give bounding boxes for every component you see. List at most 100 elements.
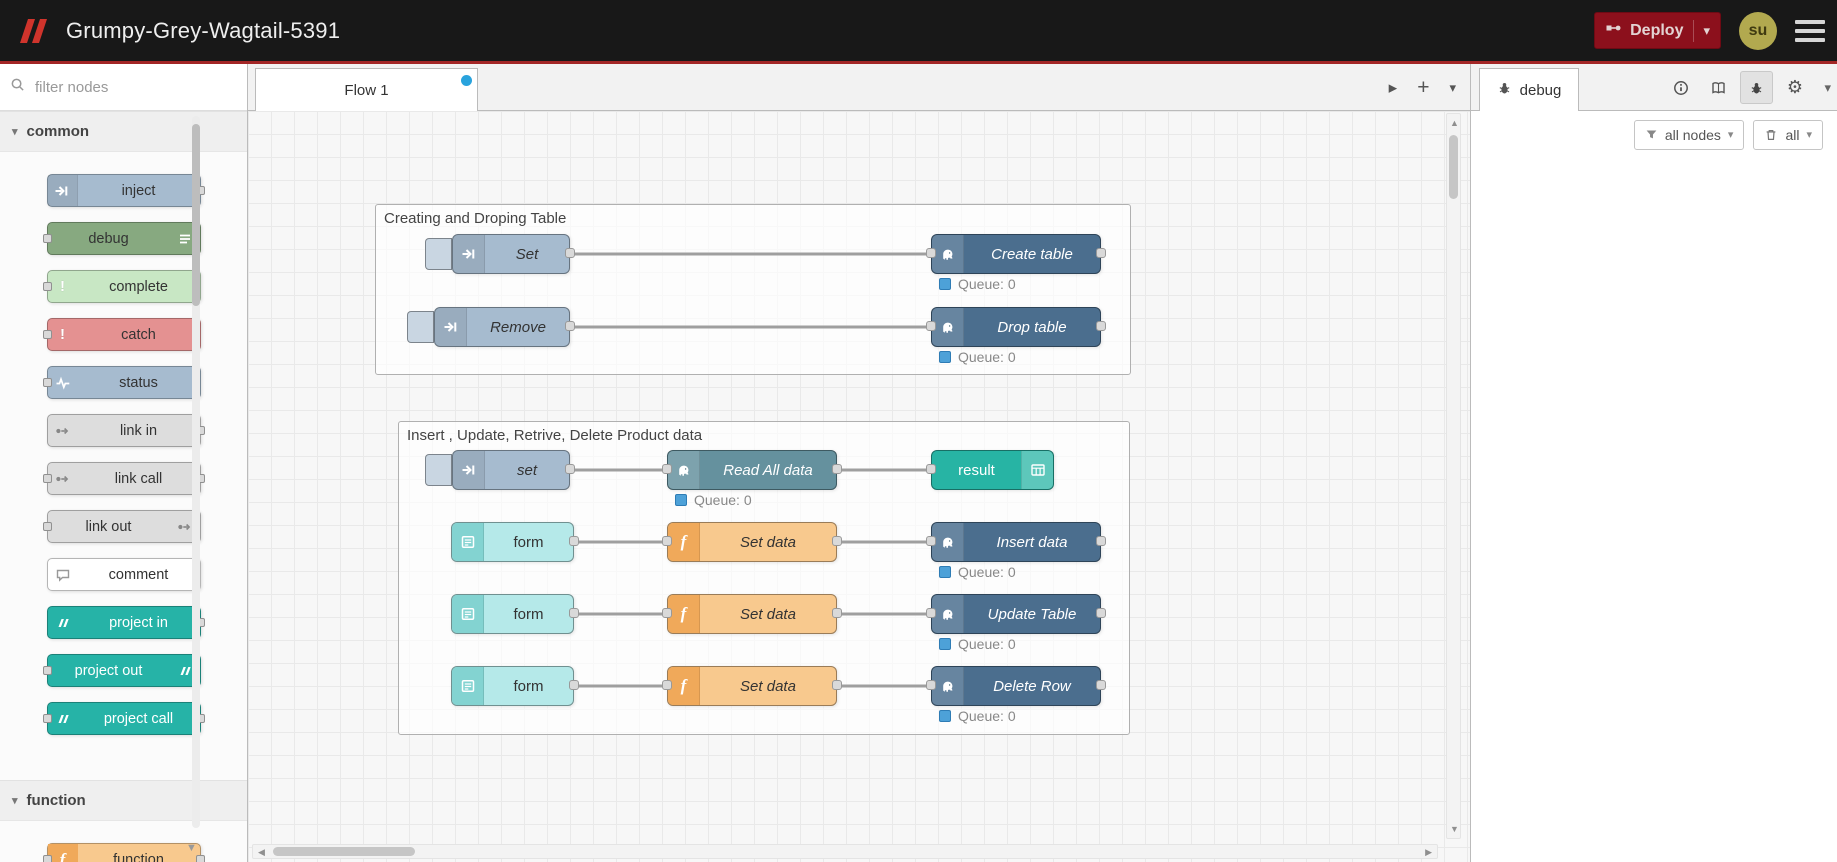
- out-port[interactable]: [1096, 680, 1106, 690]
- flow-node-read[interactable]: Read All data: [662, 450, 842, 490]
- node-label: Set data: [740, 677, 796, 695]
- flow-node-insert[interactable]: Insert data: [926, 522, 1106, 562]
- palette-filter-input[interactable]: [33, 77, 237, 97]
- flow-node-sd2[interactable]: f Set data: [662, 594, 842, 634]
- out-port[interactable]: [1096, 608, 1106, 618]
- in-port[interactable]: [662, 536, 672, 546]
- node-status: Queue: 0: [939, 564, 1016, 580]
- out-port[interactable]: [1096, 248, 1106, 258]
- config-nodes-tab-button[interactable]: ⚙: [1778, 71, 1811, 104]
- palette-category-function[interactable]: ▾ function: [0, 780, 247, 821]
- palette-node-function[interactable]: f function: [42, 843, 205, 862]
- out-port[interactable]: [569, 680, 579, 690]
- in-port: [42, 281, 52, 291]
- flow-node-update[interactable]: Update Table: [926, 594, 1106, 634]
- flow-node-result[interactable]: result: [926, 450, 1054, 490]
- status-dot-icon: [939, 638, 951, 650]
- node-label: Set: [515, 245, 539, 263]
- hamburger-menu-button[interactable]: [1795, 19, 1825, 42]
- flow-node-set1[interactable]: Set: [452, 234, 575, 274]
- debug-clear-button[interactable]: all ▾: [1753, 119, 1823, 150]
- user-avatar[interactable]: su: [1739, 11, 1777, 50]
- out-port[interactable]: [832, 464, 842, 474]
- palette-node-label: function: [113, 851, 164, 862]
- in-port[interactable]: [662, 608, 672, 618]
- vertical-scrollbar-thumb[interactable]: [1449, 135, 1458, 199]
- out-port[interactable]: [832, 536, 842, 546]
- scroll-down-icon[interactable]: ▼: [1450, 824, 1459, 834]
- horizontal-scrollbar-thumb[interactable]: [273, 847, 415, 856]
- out-port[interactable]: [565, 321, 575, 331]
- flow-node-drop[interactable]: Drop table: [926, 307, 1106, 347]
- node-label: Create table: [991, 245, 1073, 263]
- out-port[interactable]: [832, 608, 842, 618]
- canvas-horizontal-scrollbar[interactable]: ◀ ▶: [252, 844, 1438, 859]
- flow-node-sd1[interactable]: f Set data: [662, 522, 842, 562]
- flow-group[interactable]: Creating and Droping Table: [375, 204, 1131, 375]
- sidebar-menu-caret-icon[interactable]: ▾: [1824, 80, 1831, 96]
- palette-node-debug[interactable]: debug: [42, 222, 201, 255]
- palette-node-label: project call: [103, 710, 174, 727]
- scroll-left-icon[interactable]: ◀: [258, 847, 265, 858]
- palette-scrollbar-thumb[interactable]: [192, 124, 200, 306]
- palette-node-complete[interactable]: ! complete: [42, 270, 201, 303]
- in-port[interactable]: [926, 608, 936, 618]
- out-port[interactable]: [565, 464, 575, 474]
- flow-node-delete[interactable]: Delete Row: [926, 666, 1106, 706]
- tab-debug[interactable]: debug: [1479, 68, 1579, 111]
- scroll-right-icon[interactable]: ▶: [1425, 847, 1432, 858]
- flow-node-form3[interactable]: form: [451, 666, 579, 706]
- out-port[interactable]: [1096, 321, 1106, 331]
- out-port[interactable]: [565, 248, 575, 258]
- info-tab-button[interactable]: [1664, 71, 1697, 104]
- tab-flow1[interactable]: Flow 1: [255, 68, 478, 111]
- palette-node-project-in[interactable]: project in: [46, 606, 205, 639]
- flow-node-remove[interactable]: Remove: [434, 307, 575, 347]
- debug-filter-button[interactable]: all nodes ▾: [1633, 119, 1745, 150]
- palette-node-status[interactable]: status: [42, 366, 201, 399]
- out-port[interactable]: [569, 536, 579, 546]
- flow-node-form1[interactable]: form: [451, 522, 579, 562]
- flow-node-set2[interactable]: set: [452, 450, 575, 490]
- inject-trigger-button[interactable]: [425, 238, 452, 270]
- help-tab-button[interactable]: [1702, 71, 1735, 104]
- palette-node-comment[interactable]: comment: [46, 558, 201, 591]
- canvas-vertical-scrollbar[interactable]: ▲ ▼: [1446, 113, 1461, 839]
- tab-scroll-right-icon[interactable]: ▸: [1389, 78, 1398, 98]
- palette-node-link-out[interactable]: link out: [42, 510, 201, 543]
- palette-node-link-call[interactable]: link call: [42, 462, 205, 495]
- palette-scrollbar[interactable]: [192, 116, 200, 828]
- palette-node-project-call[interactable]: project call: [42, 702, 205, 735]
- flow-list-caret-icon[interactable]: ▾: [1449, 80, 1456, 96]
- scroll-up-icon[interactable]: ▲: [1450, 118, 1459, 128]
- out-port[interactable]: [1096, 536, 1106, 546]
- flow-node-form2[interactable]: form: [451, 594, 579, 634]
- deploy-button[interactable]: Deploy ▾: [1594, 12, 1721, 49]
- in-port[interactable]: [926, 680, 936, 690]
- in-port[interactable]: [926, 536, 936, 546]
- out-port[interactable]: [832, 680, 842, 690]
- palette-node-inject[interactable]: inject: [46, 174, 205, 207]
- in-port[interactable]: [926, 248, 936, 258]
- palette-scroll-down-icon[interactable]: ▼: [186, 842, 197, 854]
- in-port[interactable]: [662, 464, 672, 474]
- debug-tab-button[interactable]: [1740, 71, 1774, 104]
- in-port[interactable]: [662, 680, 672, 690]
- inject-trigger-button[interactable]: [425, 454, 452, 486]
- palette-node-catch[interactable]: ! catch: [42, 318, 201, 351]
- palette-category-common[interactable]: ▾ common: [0, 111, 247, 152]
- deploy-options-caret-icon[interactable]: ▾: [1703, 23, 1710, 39]
- function-icon: f: [668, 667, 700, 705]
- palette-node-link-in[interactable]: link in: [46, 414, 205, 447]
- in-port[interactable]: [926, 321, 936, 331]
- flow-canvas[interactable]: ▲ ▼ ◀ ▶ Creating and Droping Table Insert…: [248, 111, 1470, 862]
- flow-node-sd3[interactable]: f Set data: [662, 666, 842, 706]
- add-flow-button[interactable]: +: [1417, 76, 1429, 100]
- elephant-icon: [932, 235, 964, 273]
- inject-trigger-button[interactable]: [407, 311, 434, 343]
- in-port[interactable]: [926, 464, 936, 474]
- chevron-down-icon: ▾: [12, 795, 18, 807]
- palette-node-project-out[interactable]: project out: [42, 654, 201, 687]
- out-port[interactable]: [569, 608, 579, 618]
- flow-node-create[interactable]: Create table: [926, 234, 1106, 274]
